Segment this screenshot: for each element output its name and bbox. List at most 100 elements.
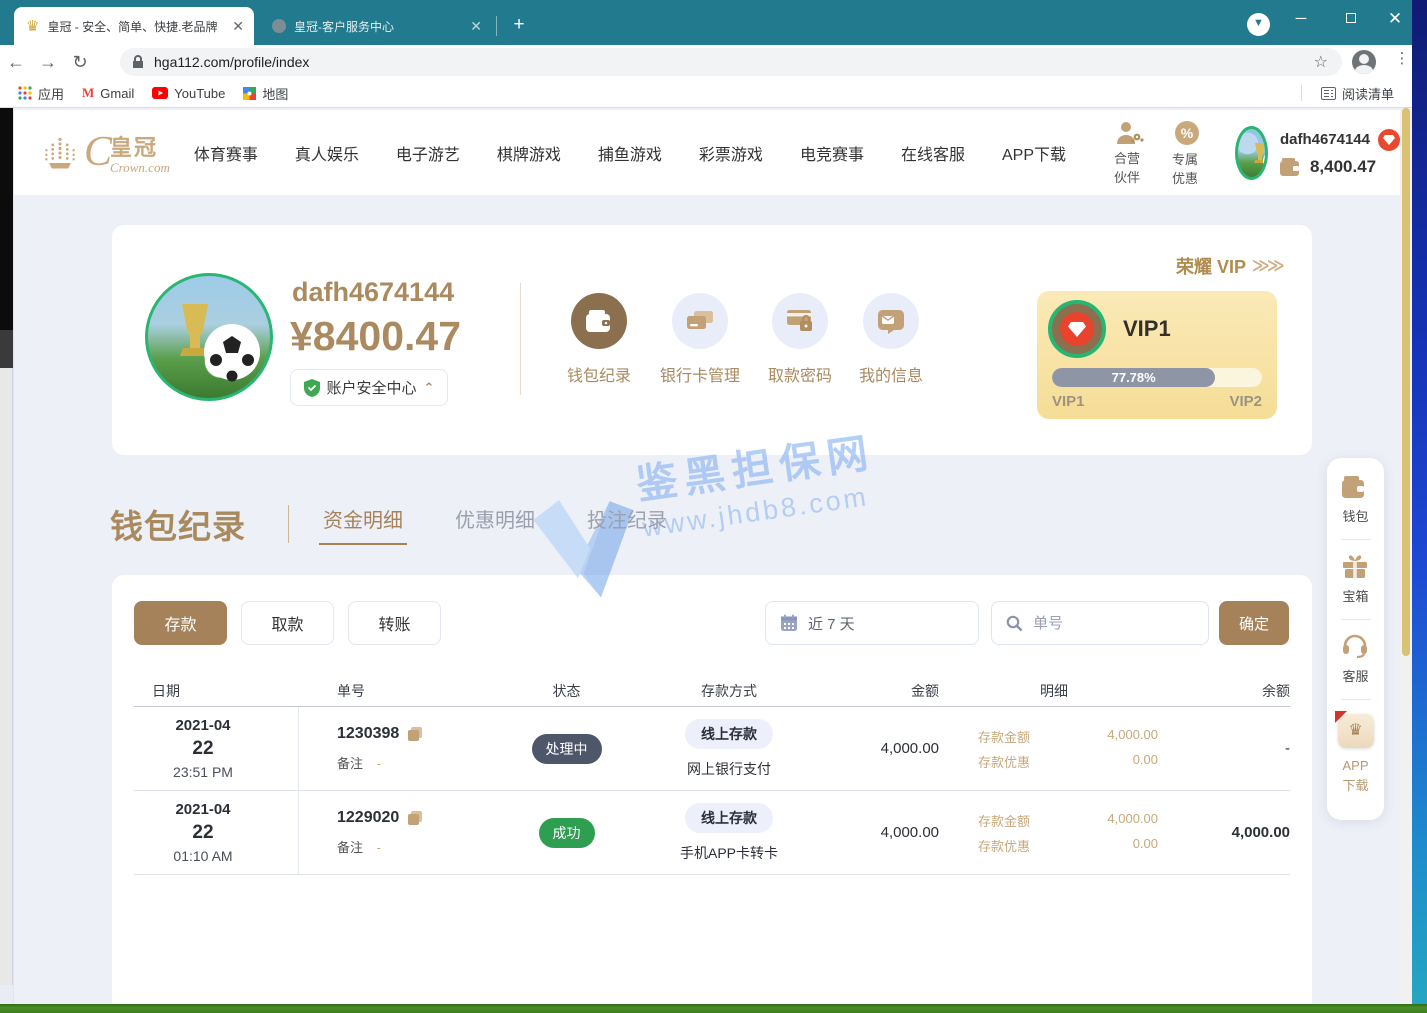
vip-progress-track: 77.78% [1052, 368, 1262, 387]
col-status: 状态 [494, 681, 639, 701]
tab-title: 皇冠 - 安全、简单、快捷.老品牌 [47, 18, 224, 35]
divider [1341, 539, 1371, 540]
vip-range-to: VIP2 [1229, 393, 1262, 410]
minimize-button[interactable]: ─ [1278, 0, 1324, 38]
nav-item-slots[interactable]: 电子游艺 [396, 141, 460, 165]
app-download-icon: ♛ [1338, 714, 1374, 748]
bookmark-star-icon[interactable]: ☆ [1314, 52, 1328, 72]
security-center-button[interactable]: 账户安全中心 ⌃ [290, 369, 448, 406]
tab-close-icon[interactable]: ✕ [232, 18, 244, 35]
col-method: 存款方式 [639, 681, 819, 701]
vip-gem-icon[interactable] [1378, 129, 1400, 151]
chevrons-right-icon: ≫≫ [1252, 256, 1282, 276]
quicklink-my-info[interactable]: 我的信息 [836, 293, 946, 386]
order-search-input[interactable] [1033, 615, 1183, 632]
nav-item-app[interactable]: APP下载 [1002, 141, 1066, 165]
browser-tab-active[interactable]: ♛ 皇冠 - 安全、简单、快捷.老品牌 ✕ [14, 7, 254, 45]
forward-icon[interactable]: → [32, 52, 64, 73]
partner-label: 合营伙伴 [1114, 148, 1144, 186]
copy-icon[interactable] [407, 810, 423, 826]
nav-item-cards[interactable]: 棋牌游戏 [497, 141, 561, 165]
cell-method: 线上存款 网上银行支付 [639, 719, 819, 779]
crown-logo-icon [40, 134, 80, 172]
shield-icon [304, 379, 320, 397]
quicklink-wallet-records[interactable]: 钱包纪录 [544, 293, 654, 386]
tab-funds-detail[interactable]: 资金明细 [323, 504, 403, 545]
site-logo[interactable]: C 皇冠 Crown.com [40, 130, 170, 176]
reading-list-label: 阅读清单 [1342, 84, 1394, 103]
calendar-icon [780, 614, 798, 632]
filter-withdraw-button[interactable]: 取款 [241, 601, 334, 645]
refresh-icon[interactable]: ↻ [64, 52, 96, 73]
cell-detail: 存款金额 4,000.00 存款优惠 0.00 [939, 727, 1169, 771]
order-search-box[interactable] [991, 601, 1209, 645]
youtube-icon [152, 87, 168, 99]
filter-deposit-button[interactable]: 存款 [134, 601, 227, 645]
honor-vip-link[interactable]: 荣耀 VIP ≫≫ [1176, 253, 1282, 279]
url-field[interactable]: hga112.com/profile/index ☆ [120, 48, 1342, 76]
status-badge: 成功 [539, 818, 595, 848]
sidebar-item-app-download[interactable]: ♛ APP下载 [1338, 714, 1374, 795]
confirm-button[interactable]: 确定 [1219, 601, 1289, 645]
cell-balance: 4,000.00 [1169, 824, 1290, 841]
nav-item-sports[interactable]: 体育赛事 [194, 141, 258, 165]
nav-item-service[interactable]: 在线客服 [901, 141, 965, 165]
back-icon[interactable]: ← [0, 52, 32, 73]
reading-list-button[interactable]: 阅读清单 [1321, 84, 1394, 103]
crown-favicon: ♛ [26, 19, 39, 34]
header-balance: 8,400.47 [1310, 157, 1376, 177]
sidebar-item-treasure[interactable]: 宝箱 [1342, 554, 1368, 605]
promo-link[interactable]: % 专属优惠 [1172, 119, 1201, 187]
gmail-icon: M [82, 85, 94, 101]
tab-promo-detail[interactable]: 优惠明细 [455, 504, 535, 545]
bookmark-apps[interactable]: 应用 [18, 84, 64, 103]
browser-titlebar: ♛ 皇冠 - 安全、简单、快捷.老品牌 ✕ 皇冠-客户服务中心 ✕ + ▼ ─ … [0, 0, 1412, 45]
nav-item-lottery[interactable]: 彩票游戏 [699, 141, 763, 165]
page-scrollbar[interactable] [1400, 108, 1412, 1005]
new-tab-button[interactable]: + [506, 12, 532, 38]
copy-icon[interactable] [407, 726, 423, 742]
vip-range-from: VIP1 [1052, 393, 1085, 410]
table-header-row: 日期 单号 状态 存款方式 金额 明细 余额 [134, 675, 1290, 707]
close-button[interactable]: ✕ [1372, 0, 1418, 38]
date-range-picker[interactable]: 近 7 天 [765, 601, 979, 645]
browser-tab-inactive[interactable]: 皇冠-客户服务中心 ✕ [260, 7, 492, 45]
bookmark-gmail[interactable]: M Gmail [82, 85, 134, 101]
sidebar-item-service[interactable]: 客服 [1342, 634, 1368, 685]
nav-item-live[interactable]: 真人娱乐 [295, 141, 359, 165]
cell-method: 线上存款 手机APP卡转卡 [639, 803, 819, 863]
divider [1341, 699, 1371, 700]
bookmark-maps[interactable]: 地图 [243, 84, 288, 103]
gift-icon [1342, 554, 1368, 578]
vip-level: VIP1 [1123, 316, 1171, 342]
browser-avatar-icon[interactable] [1352, 50, 1376, 74]
partner-link[interactable]: 合营伙伴 [1114, 120, 1144, 186]
profile-username: dafh4674144 [292, 277, 454, 308]
browser-menu-icon[interactable]: ⋮ [1392, 49, 1412, 67]
vip-progress-fill: 77.78% [1052, 368, 1215, 387]
background-window-sliver [0, 108, 14, 1005]
cell-order: 1230398 备注 - [299, 725, 494, 772]
quicklink-bank-cards[interactable]: 银行卡管理 [645, 293, 755, 386]
cell-order: 1229020 备注 - [299, 809, 494, 856]
note-value: - [377, 756, 381, 771]
filter-transfer-button[interactable]: 转账 [348, 601, 441, 645]
sidebar-label: 宝箱 [1342, 586, 1368, 605]
tab-close-icon[interactable]: ✕ [470, 18, 482, 35]
bank-cards-icon [672, 293, 728, 349]
nav-item-fishing[interactable]: 捕鱼游戏 [598, 141, 662, 165]
sidebar-label: APP下载 [1342, 756, 1368, 795]
profile-avatar[interactable] [145, 273, 273, 401]
background-window-gray [0, 330, 13, 368]
sidebar-item-wallet[interactable]: 钱包 [1342, 476, 1368, 525]
scrollbar-thumb[interactable] [1402, 108, 1410, 656]
logo-text-cn: 皇冠 [110, 130, 170, 162]
user-avatar[interactable] [1235, 126, 1268, 180]
cell-balance: - [1169, 740, 1290, 757]
bookmark-youtube[interactable]: YouTube [152, 86, 225, 101]
browser-profile-badge[interactable]: ▼ [1247, 13, 1270, 36]
nav-item-esports[interactable]: 电竞赛事 [800, 141, 864, 165]
tab-bet-records[interactable]: 投注纪录 [587, 504, 667, 545]
bookmark-label: YouTube [174, 86, 225, 101]
maximize-button[interactable] [1328, 0, 1374, 38]
